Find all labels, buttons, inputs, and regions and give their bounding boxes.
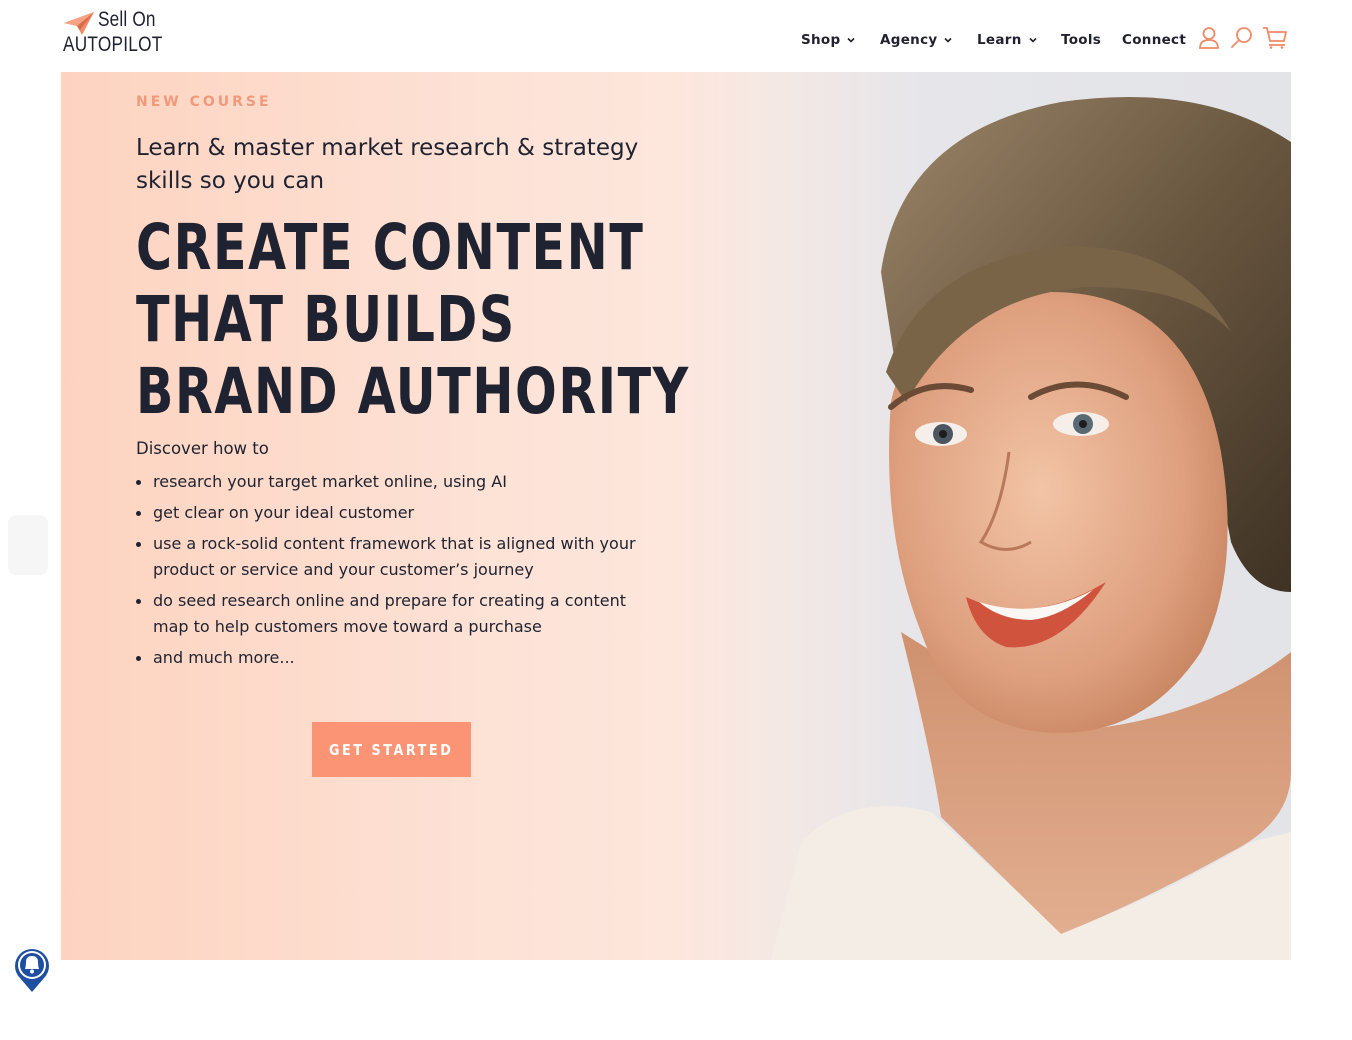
- list-item: use a rock-solid content framework that …: [136, 531, 636, 583]
- list-item: and much more...: [136, 645, 636, 671]
- list-item: research your target market online, usin…: [136, 469, 636, 495]
- cart-icon[interactable]: [1262, 26, 1288, 50]
- nav-shop[interactable]: Shop: [801, 27, 856, 53]
- benefit-list: research your target market online, usin…: [136, 469, 636, 676]
- headline-line: BRAND AUTHORITY: [136, 355, 690, 428]
- headline-line: THAT BUILDS: [136, 283, 516, 356]
- list-item: get clear on your ideal customer: [136, 500, 636, 526]
- side-tab[interactable]: [8, 515, 48, 575]
- nav-agency[interactable]: Agency: [880, 27, 953, 53]
- get-started-label: GET STARTED: [329, 740, 454, 759]
- hero-intro: Learn & master market research & strateg…: [136, 135, 639, 194]
- nav-learn[interactable]: Learn: [977, 27, 1038, 53]
- chevron-down-icon: [1029, 37, 1037, 43]
- nav-connect-label: Connect: [1122, 32, 1187, 48]
- nav-tools-label: Tools: [1061, 32, 1102, 48]
- site-header: Sell On AUTOPILOT Shop Agency Learn Tool…: [0, 0, 1352, 72]
- nav-shop-label: Shop: [801, 32, 841, 48]
- logo-text-bottom: AUTOPILOT: [63, 33, 163, 56]
- nav-connect[interactable]: Connect: [1122, 27, 1186, 53]
- hero-headline: CREATE CONTENT THAT BUILDS BRAND AUTHORI…: [136, 212, 836, 428]
- nav-tools[interactable]: Tools: [1061, 27, 1101, 53]
- discover-label: Discover how to: [136, 439, 269, 458]
- chevron-down-icon: [944, 37, 953, 43]
- site-logo[interactable]: Sell On AUTOPILOT: [62, 6, 172, 60]
- search-icon[interactable]: [1230, 26, 1254, 50]
- list-item: do seed research online and prepare for …: [136, 588, 636, 640]
- nav-learn-label: Learn: [977, 32, 1022, 48]
- chevron-down-icon: [847, 37, 856, 43]
- logo-text-top: Sell On: [98, 8, 156, 31]
- user-icon[interactable]: [1198, 26, 1220, 50]
- nav-agency-label: Agency: [880, 32, 938, 48]
- notification-bell-icon[interactable]: [13, 946, 51, 994]
- headline-line: CREATE CONTENT: [136, 211, 645, 284]
- get-started-button[interactable]: GET STARTED: [312, 722, 471, 777]
- hero-section: NEW COURSE Learn & master market researc…: [61, 72, 1291, 960]
- eyebrow-label: NEW COURSE: [136, 94, 272, 110]
- woman-portrait-image: [771, 97, 1291, 960]
